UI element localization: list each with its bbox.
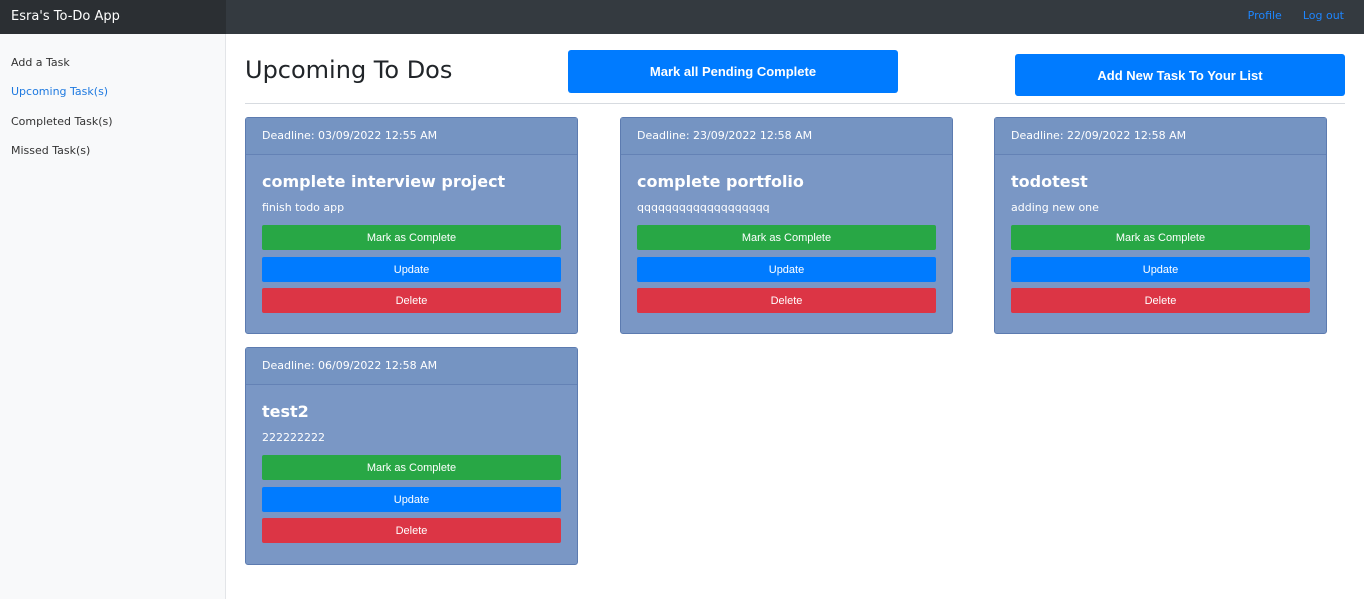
update-button[interactable]: Update: [262, 257, 561, 282]
task-title: complete interview project: [262, 172, 506, 191]
task-card: Deadline: 22/09/2022 12:58 AM todotest a…: [994, 117, 1327, 334]
mark-complete-button[interactable]: Mark as Complete: [262, 455, 561, 480]
logout-link[interactable]: Log out: [1303, 9, 1344, 22]
divider: [245, 103, 1345, 104]
task-title: test2: [262, 402, 309, 421]
update-button[interactable]: Update: [262, 487, 561, 512]
update-button[interactable]: Update: [1011, 257, 1310, 282]
task-deadline: Deadline: 23/09/2022 12:58 AM: [621, 118, 952, 155]
task-description: qqqqqqqqqqqqqqqqqqq: [637, 201, 770, 214]
mark-complete-button[interactable]: Mark as Complete: [1011, 225, 1310, 250]
sidebar-item-missed-tasks[interactable]: Missed Task(s): [11, 144, 90, 157]
task-deadline: Deadline: 06/09/2022 12:58 AM: [246, 348, 577, 385]
sidebar-item-add-task[interactable]: Add a Task: [11, 56, 70, 69]
task-description: adding new one: [1011, 201, 1099, 214]
app-title[interactable]: Esra's To-Do App: [0, 0, 226, 34]
task-deadline: Deadline: 03/09/2022 12:55 AM: [246, 118, 577, 155]
sidebar: Add a Task Upcoming Task(s) Completed Ta…: [0, 34, 226, 599]
task-card: Deadline: 23/09/2022 12:58 AM complete p…: [620, 117, 953, 334]
top-navbar: Esra's To-Do App Profile Log out: [0, 0, 1364, 34]
task-description: 222222222: [262, 431, 325, 444]
delete-button[interactable]: Delete: [1011, 288, 1310, 313]
top-links: Profile Log out: [1248, 0, 1344, 30]
page-title: Upcoming To Dos: [245, 56, 453, 84]
delete-button[interactable]: Delete: [262, 288, 561, 313]
task-title: todotest: [1011, 172, 1088, 191]
add-task-button[interactable]: Add New Task To Your List: [1015, 54, 1345, 96]
sidebar-item-upcoming-tasks[interactable]: Upcoming Task(s): [11, 85, 108, 98]
mark-complete-button[interactable]: Mark as Complete: [262, 225, 561, 250]
task-card: Deadline: 06/09/2022 12:58 AM test2 2222…: [245, 347, 578, 565]
mark-all-complete-button[interactable]: Mark all Pending Complete: [568, 50, 898, 93]
task-deadline: Deadline: 22/09/2022 12:58 AM: [995, 118, 1326, 155]
mark-complete-button[interactable]: Mark as Complete: [637, 225, 936, 250]
update-button[interactable]: Update: [637, 257, 936, 282]
task-title: complete portfolio: [637, 172, 804, 191]
task-description: finish todo app: [262, 201, 345, 214]
task-card: Deadline: 03/09/2022 12:55 AM complete i…: [245, 117, 578, 334]
profile-link[interactable]: Profile: [1248, 9, 1282, 22]
sidebar-item-completed-tasks[interactable]: Completed Task(s): [11, 115, 113, 128]
delete-button[interactable]: Delete: [262, 518, 561, 543]
delete-button[interactable]: Delete: [637, 288, 936, 313]
